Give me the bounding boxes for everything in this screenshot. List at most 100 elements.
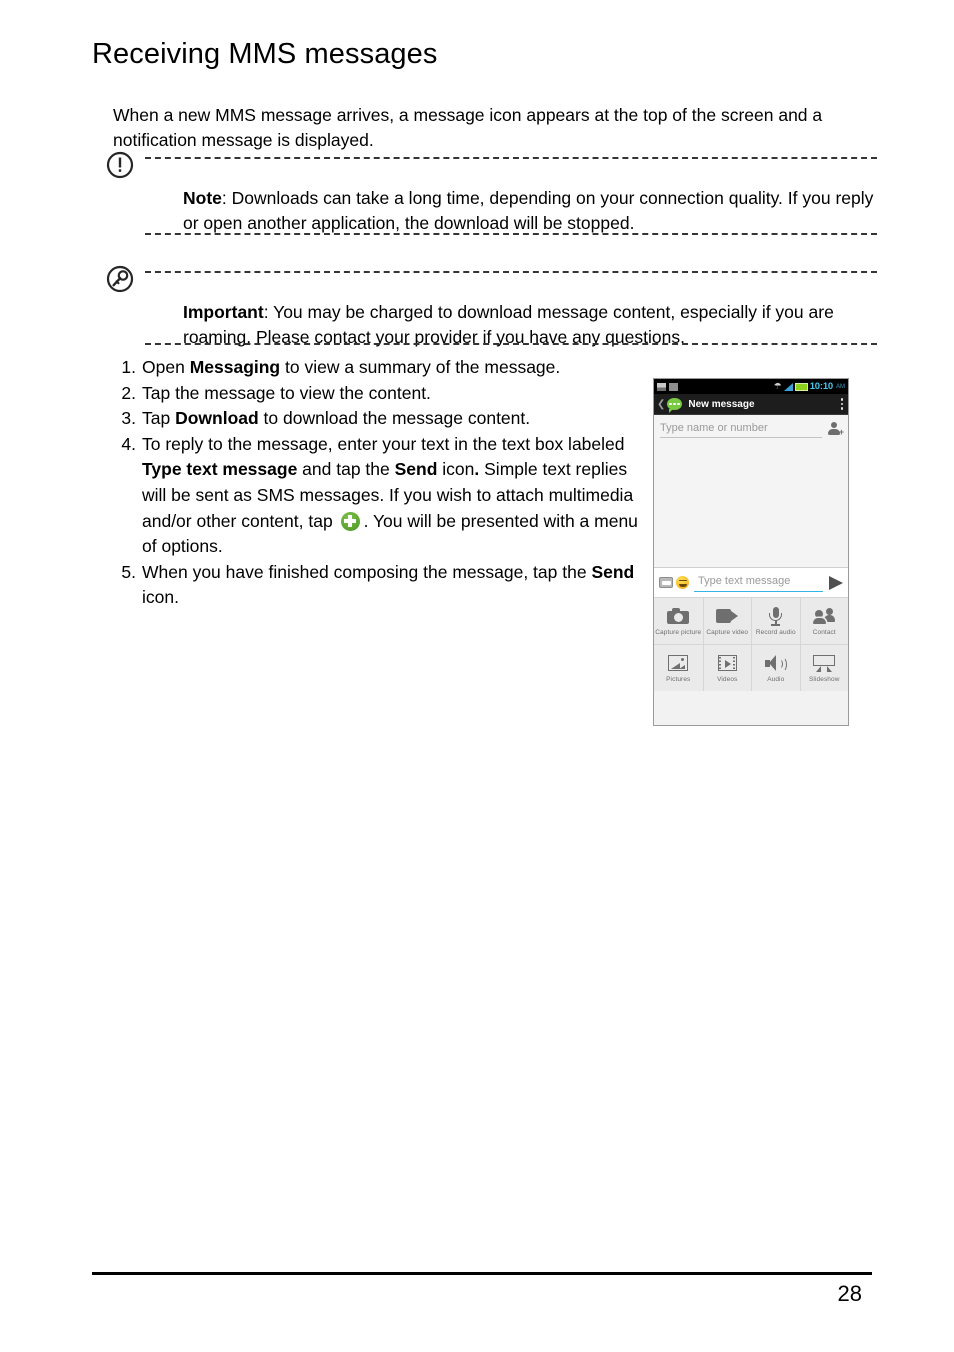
step-fragment: To reply to the message, enter your text…: [142, 433, 625, 454]
step-item: 4. To reply to the message, enter your te…: [100, 432, 645, 560]
step-item: 5. When you have finished composing the m…: [100, 560, 645, 611]
attachment-videos[interactable]: Videos: [702, 645, 752, 691]
exclamation-circle-icon: [105, 150, 135, 180]
screenshot-icon: [657, 382, 666, 391]
step-fragment: to download the message content.: [258, 408, 531, 429]
attachment-label: Audio: [767, 676, 785, 683]
step-text: When you have finished composing the mes…: [142, 562, 634, 608]
status-bar-clock: 10:10: [809, 381, 834, 392]
attachment-label: Contact: [812, 629, 836, 636]
contacts-icon: [813, 606, 836, 626]
step-emphasis: Send: [394, 459, 438, 480]
attachment-capture-picture[interactable]: Capture picture: [654, 598, 703, 644]
pictures-icon: [668, 653, 689, 673]
step-emphasis: Download: [175, 408, 259, 429]
attachment-label: Videos: [717, 676, 738, 683]
step-text: To reply to the message, enter your text…: [142, 434, 638, 556]
attachment-label: Capture picture: [655, 629, 702, 636]
attachment-menu: Capture picture Capture video Record aud…: [654, 597, 848, 691]
step-number: 5.: [121, 561, 136, 582]
step-text: Tap Download to download the message con…: [142, 408, 530, 428]
step-fragment: icon: [437, 459, 475, 480]
attachment-contact[interactable]: Contact: [799, 598, 849, 644]
note-body: Note: Downloads can take a long time, de…: [145, 150, 877, 239]
step-text: Tap the message to view the content.: [142, 383, 431, 403]
attachment-audio[interactable]: Audio: [751, 645, 800, 691]
important-callout: Important: You may be charged to downloa…: [105, 264, 877, 353]
keyboard-icon[interactable]: [659, 577, 673, 588]
slideshow-icon: [813, 653, 836, 673]
send-arrow-icon[interactable]: [829, 575, 843, 590]
attachment-capture-video[interactable]: Capture video: [702, 598, 752, 644]
audio-speaker-icon: [764, 653, 787, 673]
attachment-label: Slideshow: [808, 676, 840, 683]
compose-bar: Type text message: [654, 567, 848, 597]
note-bottom-dashed-rule: [145, 233, 877, 235]
step-number: 1.: [121, 357, 136, 377]
step-item: 3. Tap Download to download the message c…: [100, 406, 645, 432]
wifi-icon: ☂: [773, 381, 782, 391]
step-number: 4.: [121, 433, 136, 454]
important-text: Important: You may be charged to downloa…: [145, 278, 877, 350]
attachment-row: Capture picture Capture video Record aud…: [654, 598, 848, 644]
recipient-row: Type name or number +: [654, 415, 848, 443]
note-label: Note: [183, 188, 222, 208]
recipient-placeholder: Type name or number: [660, 422, 768, 434]
steps-list: 1. Open Messaging to view a summary of th…: [100, 355, 645, 611]
attachment-label: Capture video: [706, 629, 749, 636]
attachment-row: Pictures Videos Audio Slideshow: [654, 644, 848, 691]
green-plus-icon: [340, 511, 360, 531]
message-thread-canvas: [654, 443, 848, 567]
overflow-menu-icon[interactable]: [840, 398, 843, 410]
video-camera-icon: [716, 606, 739, 626]
step-fragment: Open: [142, 357, 190, 377]
sim-icon: [669, 382, 678, 391]
step-fragment: and tap the: [297, 459, 395, 480]
note-callout: Note: Downloads can take a long time, de…: [105, 150, 877, 239]
attachment-label: Pictures: [666, 676, 691, 683]
phone-action-bar: ❮ New message: [654, 394, 848, 415]
note-sentence: Downloads can take a long time, dependin…: [183, 188, 874, 233]
page-title: Receiving MMS messages: [92, 38, 438, 70]
messaging-bubble-icon[interactable]: [667, 398, 683, 413]
phone-screenshot-figure: ☂ 10:10 AM ❮ New message Type name or nu…: [653, 378, 849, 726]
attachment-pictures[interactable]: Pictures: [654, 645, 703, 691]
note-top-dashed-rule: [145, 157, 877, 159]
message-input[interactable]: Type text message: [694, 573, 823, 592]
important-top-dashed-rule: [145, 271, 877, 273]
microphone-icon: [768, 606, 784, 626]
step-fragment: icon.: [142, 587, 179, 608]
attachment-record-audio[interactable]: Record audio: [751, 598, 800, 644]
phone-status-bar: ☂ 10:10 AM: [654, 379, 848, 394]
step-fragment: When you have finished composing the mes…: [142, 561, 592, 582]
step-fragment: to view a summary of the message.: [280, 357, 561, 377]
intro-paragraph: When a new MMS message arrives, a messag…: [113, 104, 823, 150]
add-contact-icon[interactable]: +: [828, 422, 844, 437]
recipient-input[interactable]: Type name or number: [660, 422, 822, 438]
battery-icon: [794, 382, 808, 391]
signal-icon: [783, 382, 793, 391]
attachment-label: Record audio: [755, 629, 796, 636]
important-label: Important: [183, 302, 264, 322]
note-text: Note: Downloads can take a long time, de…: [145, 164, 877, 236]
step-text: Open Messaging to view a summary of the …: [142, 357, 560, 377]
step-emphasis: Send: [591, 561, 635, 582]
emoji-icon[interactable]: [676, 576, 689, 589]
back-chevron-icon[interactable]: ❮: [657, 399, 665, 410]
videos-icon: [717, 653, 737, 673]
step-fragment: Tap: [142, 408, 176, 429]
step-number: 3.: [121, 408, 136, 429]
status-bar-ampm: AM: [836, 383, 845, 390]
step-item: 1. Open Messaging to view a summary of th…: [100, 355, 645, 381]
important-body: Important: You may be charged to downloa…: [145, 264, 877, 353]
important-sentence: You may be charged to download message c…: [183, 302, 834, 347]
key-circle-icon: [105, 264, 135, 294]
step-emphasis: Messaging: [189, 357, 281, 377]
step-item: 2. Tap the message to view the content.: [100, 381, 645, 407]
phone-screen-title: New message: [688, 398, 755, 410]
attachment-slideshow[interactable]: Slideshow: [799, 645, 849, 691]
step-emphasis: Type text message: [142, 459, 298, 480]
camera-icon: [667, 606, 690, 626]
important-bottom-dashed-rule: [145, 343, 877, 345]
step-number: 2.: [121, 382, 136, 403]
